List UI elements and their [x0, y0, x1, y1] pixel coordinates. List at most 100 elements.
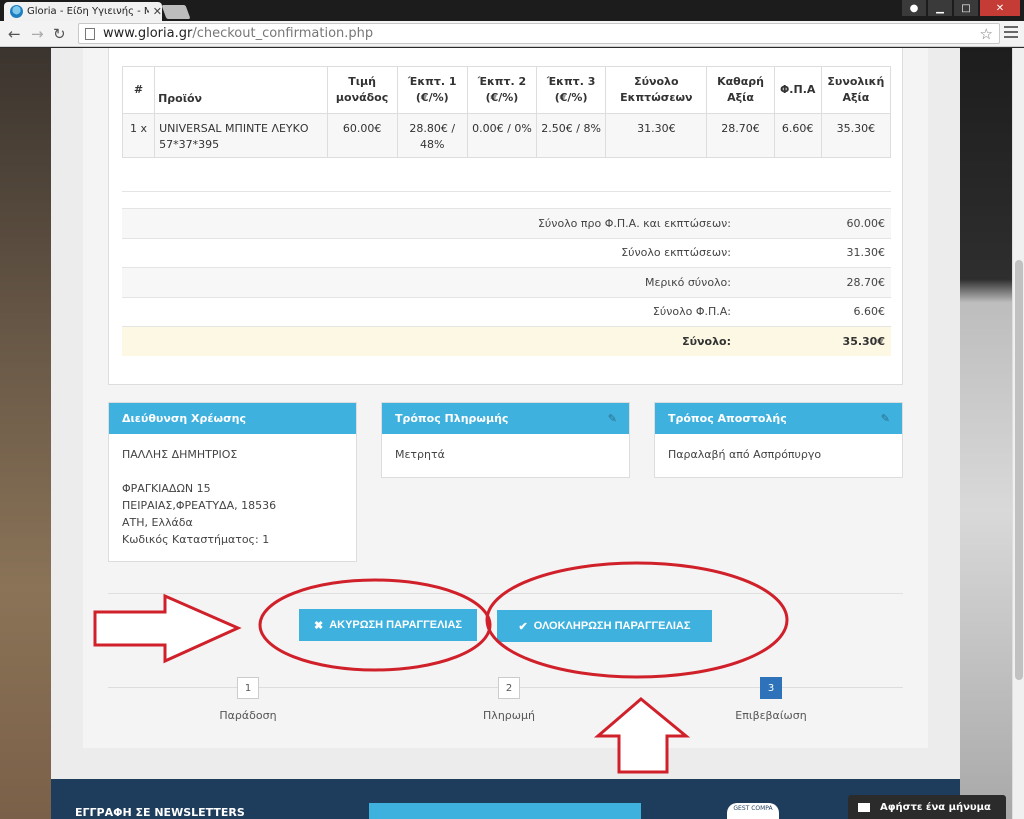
billing-address-body: ΠΑΛΛΗΣ ΔΗΜΗΤΡΙΟΣ ΦΡΑΓΚΙΑΔΩΝ 15 ΠΕΙΡΑΙΑΣ,… [109, 434, 356, 560]
summary-label: Σύνολο Φ.Π.Α: [652, 305, 731, 319]
payment-method-card: Τρόπος Πληρωμής ✎ Μετρητά [381, 402, 630, 478]
forward-icon[interactable]: → [31, 25, 44, 43]
page-icon [85, 27, 95, 40]
close-icon: ✖ [313, 619, 324, 632]
summary-value: 60.00€ [846, 216, 886, 230]
cell-discount-3: 2.50€ / 8% [536, 113, 607, 158]
step-3-marker: 3 [760, 677, 782, 699]
summary-row-subtotal-before-vat: Σύνολο προ Φ.Π.Α. και εκπτώσεων: 60.00€ [122, 208, 891, 238]
cell-vat: 6.60€ [773, 113, 822, 158]
complete-order-button[interactable]: ✔ ΟΛΟΚΛΗΡΩΣΗ ΠΑΡΑΓΓΕΛΙΑΣ [497, 610, 712, 642]
site-footer: ΕΓΓΡΑΦΗ ΣΕ NEWSLETTERS GEST COMPA [51, 779, 960, 819]
summary-value: 31.30€ [846, 246, 886, 260]
newsletter-input[interactable] [369, 803, 641, 819]
cell-quantity: 1 x [121, 113, 156, 158]
newsletter-title: ΕΓΓΡΑΦΗ ΣΕ NEWSLETTERS [75, 806, 245, 819]
cell-total-discounts: 31.30€ [605, 113, 708, 158]
page-scrollbar[interactable] [1012, 48, 1024, 819]
order-summary-box: # Προϊόν Τιμή μονάδος Έκπτ. 1 (€/%) Έκπτ… [108, 48, 903, 385]
divider [122, 191, 891, 192]
edit-shipping-pencil-icon[interactable]: ✎ [881, 412, 890, 425]
col-header-unit-price: Τιμή μονάδος [326, 66, 398, 114]
payment-method-header: Τρόπος Πληρωμής ✎ [382, 403, 629, 434]
col-header-product: Προϊόν [154, 66, 328, 114]
checkmark-icon: ✔ [518, 620, 528, 633]
summary-label: Σύνολο προ Φ.Π.Α. και εκπτώσεων: [537, 216, 731, 230]
col-header-vat: Φ.Π.Α [773, 66, 822, 114]
summary-label: Σύνολο: [682, 334, 731, 348]
cell-discount-2: 0.00€ / 0% [466, 113, 538, 158]
url-path: /checkout_confirmation.php [192, 26, 374, 41]
content-wrapper: # Προϊόν Τιμή μονάδος Έκπτ. 1 (€/%) Έκπτ… [51, 48, 960, 779]
step-2-marker: 2 [498, 677, 520, 699]
cell-unit-price: 60.00€ [326, 113, 398, 158]
close-window-button[interactable]: ✕ [980, 0, 1020, 16]
bookmark-star-icon[interactable]: ☆ [980, 25, 993, 43]
complete-order-label: ΟΛΟΚΛΗΡΩΣΗ ΠΑΡΑΓΓΕΛΙΑΣ [533, 620, 691, 632]
new-tab-button[interactable] [161, 5, 191, 19]
browser-tab-bar: Gloria - Είδη Υγιεινής - Μπ ✕ ● ▁ □ ✕ [0, 0, 1024, 21]
step-2-label: Πληρωμή [483, 709, 535, 722]
col-header-net-value: Καθαρή Αξία [706, 66, 775, 114]
shipping-method-card: Τρόπος Αποστολής ✎ Παραλαβή από Ασπρόπυρ… [654, 402, 903, 478]
edit-payment-pencil-icon[interactable]: ✎ [608, 412, 617, 425]
summary-row-partial-total: Μερικό σύνολο: 28.70€ [122, 267, 891, 297]
billing-street: ΦΡΑΓΚΙΑΔΩΝ 15 [122, 482, 211, 495]
summary-value: 35.30€ [842, 334, 885, 348]
items-table-header: # Προϊόν Τιμή μονάδος Έκπτ. 1 (€/%) Έκπτ… [121, 66, 892, 114]
user-icon[interactable]: ● [902, 0, 926, 16]
col-header-discount-3: Έκπτ. 3 (€/%) [536, 66, 607, 114]
back-icon[interactable]: ← [8, 25, 21, 43]
summary-value: 6.60€ [853, 305, 886, 319]
col-header-total-discounts: Σύνολο Εκπτώσεων [605, 66, 708, 114]
shipping-method-value: Παραλαβή από Ασπρόπυργο [668, 448, 822, 461]
table-row: 1 x UNIVERSAL ΜΠΙΝΤΕ ΛΕΥΚΟ 57*37*395 60.… [121, 113, 892, 158]
col-header-total-value: Συνολική Αξία [820, 66, 892, 114]
cell-net-value: 28.70€ [706, 113, 775, 158]
cell-discount-1: 28.80€ / 48% [396, 113, 468, 158]
summary-label: Μερικό σύνολο: [644, 275, 731, 289]
favicon-icon [10, 5, 23, 18]
cancel-order-button[interactable]: ✖ ΑΚΥΡΩΣΗ ΠΑΡΑΓΓΕΛΙΑΣ [299, 609, 477, 641]
browser-menu-icon[interactable] [1004, 26, 1018, 41]
billing-store-code: Κωδικός Καταστήματος: 1 [122, 533, 270, 546]
background-photo-right [960, 48, 1012, 819]
browser-tab[interactable]: Gloria - Είδη Υγιεινής - Μπ ✕ [4, 2, 162, 21]
window-controls: ● ▁ □ ✕ [902, 0, 1020, 16]
chat-button[interactable]: Αφήστε ένα μήνυμα [848, 795, 1006, 819]
browser-toolbar: ← → ↻ www.gloria.gr/checkout_confirmatio… [0, 21, 1024, 47]
scrollbar-thumb[interactable] [1015, 260, 1023, 680]
chat-label: Αφήστε ένα μήνυμα [880, 801, 991, 813]
step-1-label: Παράδοση [219, 709, 277, 722]
payment-method-value: Μετρητά [395, 448, 445, 461]
cell-product: UNIVERSAL ΜΠΙΝΤΕ ΛΕΥΚΟ 57*37*395 [154, 113, 328, 158]
divider [108, 593, 903, 594]
col-header-discount-2: Έκπτ. 2 (€/%) [466, 66, 538, 114]
billing-address-title: Διεύθυνση Χρέωσης [109, 403, 356, 434]
mail-icon [858, 802, 870, 812]
summary-row-total: Σύνολο: 35.30€ [122, 326, 891, 356]
billing-region: ΑΤΗ, Ελλάδα [122, 516, 193, 529]
billing-address-card: Διεύθυνση Χρέωσης ΠΑΛΛΗΣ ΔΗΜΗΤΡΙΟΣ ΦΡΑΓΚ… [108, 402, 357, 562]
tab-close-icon[interactable]: ✕ [153, 5, 162, 18]
summary-label: Σύνολο εκπτώσεων: [621, 246, 731, 260]
shipping-method-title: Τρόπος Αποστολής [668, 412, 787, 425]
col-header-discount-1: Έκπτ. 1 (€/%) [396, 66, 468, 114]
maximize-button[interactable]: □ [954, 0, 978, 16]
reload-icon[interactable]: ↻ [53, 25, 66, 43]
checkout-panel: # Προϊόν Τιμή μονάδος Έκπτ. 1 (€/%) Έκπτ… [83, 48, 928, 748]
footer-logo: GEST COMPA [727, 803, 779, 819]
step-1-marker: 1 [237, 677, 259, 699]
billing-city: ΠΕΙΡΑΙΑΣ,ΦΡΕΑΤΥΔΑ, 18536 [122, 499, 277, 512]
address-bar[interactable]: www.gloria.gr/checkout_confirmation.php … [78, 23, 1000, 44]
url-host: www.gloria.gr [103, 26, 193, 41]
totals-summary: Σύνολο προ Φ.Π.Α. και εκπτώσεων: 60.00€ … [122, 208, 891, 356]
payment-method-title: Τρόπος Πληρωμής [395, 412, 509, 425]
cancel-order-label: ΑΚΥΡΩΣΗ ΠΑΡΑΓΓΕΛΙΑΣ [329, 619, 463, 631]
page-viewport: # Προϊόν Τιμή μονάδος Έκπτ. 1 (€/%) Έκπτ… [0, 48, 1024, 819]
minimize-button[interactable]: ▁ [928, 0, 952, 16]
tab-title: Gloria - Είδη Υγιεινής - Μπ [27, 6, 149, 17]
step-3-label: Επιβεβαίωση [735, 709, 807, 722]
cell-total-value: 35.30€ [820, 113, 892, 158]
col-header-number: # [121, 66, 156, 114]
